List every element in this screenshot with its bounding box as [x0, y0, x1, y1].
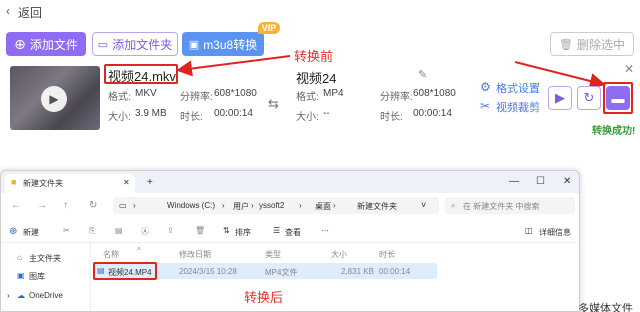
scissors-icon: ✂	[480, 99, 491, 113]
sidebar-item-gallery[interactable]: 图库	[29, 271, 45, 282]
output-resolution: 608*1080	[413, 88, 456, 99]
folder-icon: ■	[11, 177, 17, 187]
sort-button[interactable]: 排序	[235, 227, 251, 238]
arrow-before	[176, 55, 291, 77]
source-resolution: 608*1080	[214, 88, 257, 99]
output-size: --	[323, 108, 330, 119]
gallery-icon: ▣	[17, 271, 25, 280]
folder-icon: ▬	[611, 90, 625, 106]
play-preview-button[interactable]: ▶	[548, 86, 572, 110]
delete-icon[interactable]: 🗑	[195, 226, 205, 235]
home-icon: ⌂	[17, 253, 22, 262]
sidebar-item-onedrive[interactable]: OneDrive	[29, 291, 63, 300]
source-file-name: 视频24.mkv	[108, 69, 176, 84]
copy-icon[interactable]: ⎘	[89, 226, 95, 236]
close-task-icon[interactable]: ✕	[624, 62, 634, 76]
cloud-icon: ☁	[17, 291, 25, 300]
chevron-right-icon: ›	[299, 201, 302, 210]
nav-up-icon[interactable]: ↑	[63, 200, 68, 211]
share-icon[interactable]: ⇪	[167, 226, 174, 235]
nav-forward-icon[interactable]: →	[37, 200, 47, 211]
open-output-folder-button[interactable]: ▬	[606, 86, 630, 110]
details-button[interactable]: 详细信息	[539, 227, 571, 238]
more-icon[interactable]: ···	[321, 226, 329, 235]
column-date[interactable]: 修改日期	[179, 249, 211, 260]
tab-close-icon[interactable]: ✕	[123, 178, 130, 187]
breadcrumb-item[interactable]: yssoft2	[259, 201, 284, 210]
new-tab-icon[interactable]: +	[147, 177, 153, 188]
column-duration[interactable]: 时长	[379, 249, 395, 260]
annotation-before: 转换前	[294, 49, 334, 64]
chevron-right-icon: ›	[333, 201, 336, 210]
chevron-right-icon: ›	[133, 201, 136, 210]
column-type[interactable]: 类型	[265, 249, 281, 260]
footer-partial-text: 多媒体文件	[578, 303, 633, 312]
search-placeholder: 在 新建文件夹 中搜索	[463, 202, 540, 211]
breadcrumb-item[interactable]: Windows (C:)	[167, 201, 215, 210]
chevron-up-icon: ^	[137, 246, 141, 255]
column-name[interactable]: 名称	[103, 249, 119, 260]
file-explorer-window: ■ 新建文件夹 ✕ + — ☐ ✕ ← → ↑ ↻ ▭ › Windows (C…	[0, 170, 580, 312]
play-icon: ▶	[555, 90, 565, 105]
chevron-right-icon[interactable]: ›	[7, 291, 10, 300]
breadcrumb-item[interactable]: 桌面	[315, 201, 331, 212]
sidebar-item-home[interactable]: 主文件夹	[29, 253, 61, 264]
chevron-right-icon: ›	[222, 201, 225, 210]
chevron-right-icon: ›	[251, 201, 254, 210]
format-settings-icon: ⚙	[480, 80, 491, 94]
nav-back-icon[interactable]: ←	[11, 200, 21, 211]
format-settings-link[interactable]: 格式设置	[496, 80, 540, 96]
refresh-icon: ↻	[583, 90, 595, 105]
sort-icon: ⇅	[223, 226, 230, 235]
cut-icon[interactable]: ✂	[63, 226, 70, 235]
source-duration: 00:00:14	[214, 108, 253, 119]
status-success: 转换成功!	[592, 126, 636, 137]
new-button[interactable]: 新建	[23, 227, 39, 238]
view-icon: ☰	[273, 226, 281, 235]
convert-shuffle-icon: ⇆	[268, 96, 279, 111]
rename-icon[interactable]: Ⓐ	[141, 226, 149, 237]
chevron-down-icon[interactable]: ˅	[421, 200, 426, 210]
video-file-icon: ▤	[97, 266, 105, 275]
breadcrumb-item[interactable]: 用户	[233, 201, 249, 212]
edit-name-icon[interactable]: ✎	[418, 68, 427, 81]
file-duration: 00:00:14	[379, 267, 411, 276]
file-name: 视频24.MP4	[108, 268, 152, 277]
breadcrumb-item[interactable]: 新建文件夹	[357, 201, 397, 212]
maximize-button[interactable]: ☐	[536, 176, 545, 187]
minimize-button[interactable]: —	[509, 176, 519, 187]
explorer-tab-title: 新建文件夹	[23, 179, 63, 188]
source-size: 3.9 MB	[135, 108, 167, 119]
close-window-button[interactable]: ✕	[563, 176, 571, 187]
reconvert-button[interactable]: ↻	[577, 86, 601, 110]
annotation-after: 转换后	[244, 290, 284, 305]
search-icon: ⌕	[451, 201, 456, 210]
output-duration: 00:00:14	[413, 108, 452, 119]
source-format: MKV	[135, 88, 157, 99]
monitor-icon: ▭	[119, 201, 127, 210]
file-size: 2,831 KB	[341, 267, 374, 276]
file-type: MP4文件	[265, 268, 298, 277]
refresh-icon[interactable]: ↻	[89, 200, 97, 211]
view-button[interactable]: 查看	[285, 227, 301, 238]
column-size[interactable]: 大小	[331, 249, 347, 260]
output-file-name: 视频24	[296, 71, 337, 86]
play-icon[interactable]: ▶	[41, 86, 67, 112]
output-format: MP4	[323, 88, 344, 99]
new-icon: ⊕	[9, 226, 18, 237]
paste-icon[interactable]: ▤	[115, 226, 123, 235]
file-date: 2024/3/15 10:28	[179, 267, 237, 276]
video-cut-link[interactable]: 视频裁剪	[496, 99, 540, 115]
details-pane-icon: ◫	[525, 226, 533, 235]
